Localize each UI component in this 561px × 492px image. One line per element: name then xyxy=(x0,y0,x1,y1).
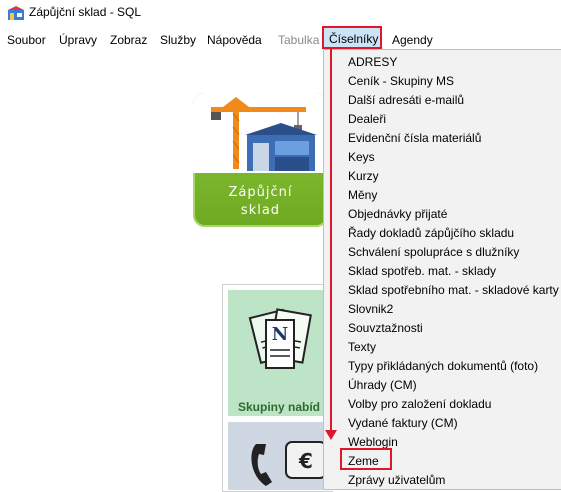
annotation-arrow xyxy=(330,49,332,431)
menu-sluzby[interactable]: Služby xyxy=(160,33,196,47)
tile-label: Skupiny nabíd xyxy=(238,400,321,414)
menu-tabulka: Tabulka xyxy=(278,33,320,47)
menu-ciselniky-label: Číselníky xyxy=(329,32,379,46)
dropdown-item[interactable]: Souvztažnosti xyxy=(348,321,423,335)
menu-zobraz[interactable]: Zobraz xyxy=(110,33,147,47)
menu-bar: Soubor Úpravy Zobraz Služby Nápověda Tab… xyxy=(0,30,561,50)
documents-icon: N xyxy=(248,308,312,369)
dropdown-item[interactable]: Vydané faktury (CM) xyxy=(348,416,458,430)
tile-phone[interactable]: € xyxy=(228,422,328,490)
dropdown-item[interactable]: Evidenční čísla materiálů xyxy=(348,131,481,145)
dropdown-item[interactable]: Řady dokladů zápůjčího skladu xyxy=(348,226,514,240)
title-bar: Zápůjční sklad - SQL xyxy=(0,0,561,26)
dropdown-item[interactable]: Úhrady (CM) xyxy=(348,378,417,392)
dropdown-item[interactable]: Zprávy uživatelům xyxy=(348,473,445,487)
annotation-arrow-head xyxy=(325,430,337,440)
menu-ciselniky[interactable]: Číselníky xyxy=(322,26,382,49)
svg-text:€: € xyxy=(298,449,313,473)
menu-soubor[interactable]: Soubor xyxy=(7,33,46,47)
logo-line2: sklad xyxy=(240,203,281,218)
menu-napoveda[interactable]: Nápověda xyxy=(207,33,262,47)
menu-upravy[interactable]: Úpravy xyxy=(59,33,97,47)
dropdown-item[interactable]: Schválení spolupráce s dlužníky xyxy=(348,245,519,259)
phone-euro-icon: € xyxy=(251,441,327,486)
menu-agendy[interactable]: Agendy xyxy=(392,33,433,47)
dropdown-item[interactable]: Sklad spotřeb. mat. - sklady xyxy=(348,264,496,278)
dropdown-item[interactable]: Dealeři xyxy=(348,112,386,126)
app-logo: Zápůjční sklad xyxy=(193,93,328,227)
annotation-highlight-zeme xyxy=(340,448,392,470)
dropdown-item[interactable]: Weblogin xyxy=(348,435,398,449)
tile-skupiny-nabidek[interactable]: N Skupiny nabíd xyxy=(228,290,328,416)
dropdown-item[interactable]: Ceník - Skupiny MS xyxy=(348,74,454,88)
dropdown-item[interactable]: Texty xyxy=(348,340,376,354)
app-icon xyxy=(8,6,24,20)
ciselniky-dropdown: ADRESY Ceník - Skupiny MS Další adresáti… xyxy=(323,49,561,490)
dropdown-item[interactable]: Sklad spotřebního mat. - skladové karty xyxy=(348,283,559,297)
dropdown-item[interactable]: Kurzy xyxy=(348,169,379,183)
logo-line1: Zápůjční xyxy=(228,185,293,200)
svg-text:N: N xyxy=(272,324,288,345)
dropdown-item[interactable]: Slovnik2 xyxy=(348,302,393,316)
window-title: Zápůjční sklad - SQL xyxy=(29,5,142,19)
dropdown-item[interactable]: Objednávky přijaté xyxy=(348,207,447,221)
dropdown-item[interactable]: Typy přikládaných dokumentů (foto) xyxy=(348,359,538,373)
dropdown-item[interactable]: ADRESY xyxy=(348,55,397,69)
dropdown-item[interactable]: Keys xyxy=(348,150,375,164)
dropdown-item[interactable]: Volby pro založení dokladu xyxy=(348,397,491,411)
dropdown-item[interactable]: Měny xyxy=(348,188,377,202)
dropdown-item[interactable]: Další adresáti e-mailů xyxy=(348,93,464,107)
